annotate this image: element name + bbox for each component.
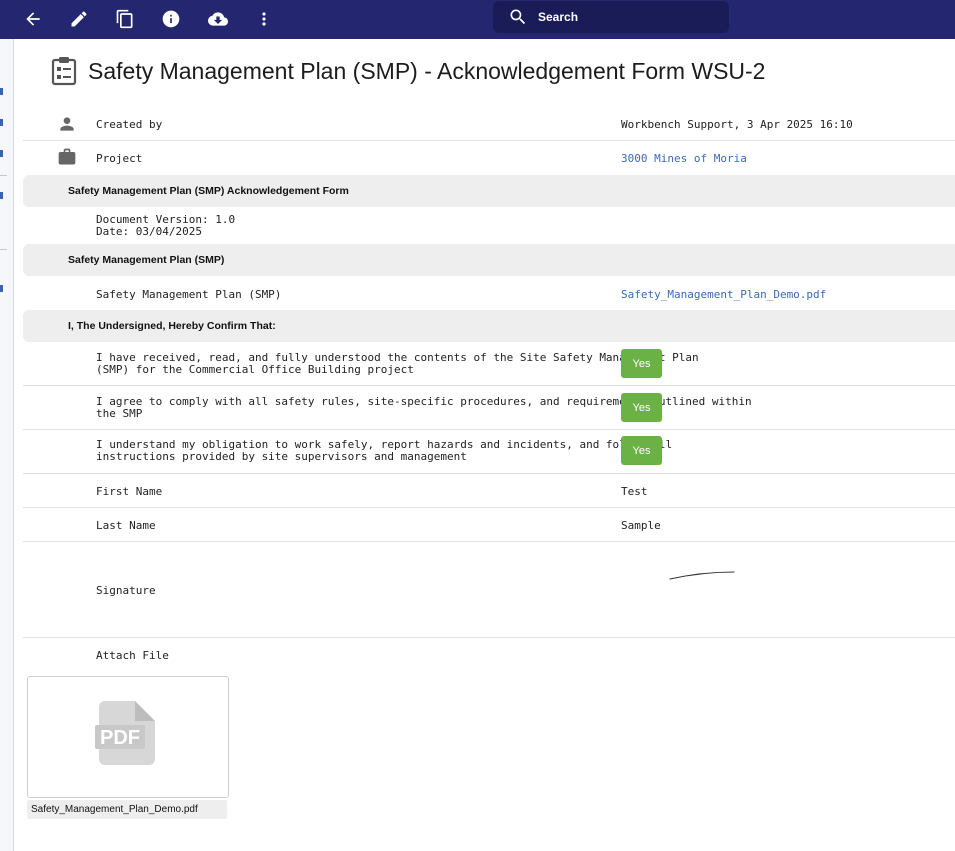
section-header: Safety Management Plan (SMP) <box>23 244 955 276</box>
first-name-label: First Name <box>96 485 163 498</box>
created-by-value: Workbench Support, 3 Apr 2025 16:10 <box>621 118 853 131</box>
attach-file-label: Attach File <box>96 649 169 662</box>
search-icon <box>510 9 526 25</box>
yes-button[interactable]: Yes <box>621 349 662 378</box>
back-arrow-icon[interactable] <box>21 7 45 31</box>
attachment-filename[interactable]: Safety_Management_Plan_Demo.pdf <box>27 800 227 819</box>
sidebar-divider <box>0 249 7 250</box>
sidebar-marker <box>0 119 3 126</box>
project-link[interactable]: 3000 Mines of Moria <box>621 152 747 165</box>
info-icon[interactable] <box>159 7 183 31</box>
section-header-text: I, The Undersigned, Hereby Confirm That: <box>68 320 276 332</box>
left-sidebar[interactable] <box>0 39 14 851</box>
section-header-text: Safety Management Plan (SMP) Acknowledge… <box>68 185 349 197</box>
confirmation-text: I have received, read, and fully underst… <box>96 352 699 376</box>
section-header: I, The Undersigned, Hereby Confirm That: <box>23 310 955 342</box>
search-box[interactable] <box>493 1 729 33</box>
search-input[interactable] <box>538 10 718 24</box>
section-header: Safety Management Plan (SMP) Acknowledge… <box>23 175 955 207</box>
project-label: Project <box>96 152 143 165</box>
created-by-row: Created by Workbench Support, 3 Apr 2025… <box>23 106 955 141</box>
confirmation-row: I have received, read, and fully underst… <box>23 342 955 386</box>
confirmation-text-line: instructions provided by site supervisor… <box>96 450 467 463</box>
first-name-row: First Name Test <box>23 474 955 508</box>
confirmation-row: I agree to comply with all safety rules,… <box>23 386 955 430</box>
clipboard-list-icon <box>51 56 77 86</box>
sidebar-marker <box>0 88 3 95</box>
signature-label: Signature <box>96 584 156 597</box>
page-title: Safety Management Plan (SMP) - Acknowled… <box>88 58 766 84</box>
smp-file-link[interactable]: Safety_Management_Plan_Demo.pdf <box>621 288 826 301</box>
briefcase-icon <box>57 147 77 167</box>
last-name-value: Sample <box>621 519 661 532</box>
document-date-text: Date: 03/04/2025 <box>96 225 202 238</box>
first-name-value: Test <box>621 485 648 498</box>
confirmation-text-line: (SMP) for the Commercial Office Building… <box>96 363 414 376</box>
sidebar-marker <box>0 285 3 292</box>
sidebar-marker <box>0 150 3 157</box>
confirmation-text: I understand my obligation to work safel… <box>96 439 672 463</box>
section-header-text: Safety Management Plan (SMP) <box>68 254 225 266</box>
pdf-file-icon: PDF <box>95 701 155 765</box>
pdf-icon-text: PDF <box>100 727 140 749</box>
smp-file-row: Safety Management Plan (SMP) Safety_Mana… <box>23 276 955 310</box>
pdf-attachment-thumbnail[interactable]: PDF <box>27 676 229 798</box>
document-info-text: Document Version: 1.0 Date: 03/04/2025 <box>96 214 235 238</box>
smp-file-label: Safety Management Plan (SMP) <box>96 288 282 301</box>
signature-row: Signature <box>23 542 955 638</box>
top-toolbar <box>0 0 955 39</box>
yes-button[interactable]: Yes <box>621 393 662 422</box>
more-vert-icon[interactable] <box>252 7 276 31</box>
person-icon <box>57 114 77 134</box>
project-row: Project 3000 Mines of Moria <box>23 141 955 175</box>
last-name-label: Last Name <box>96 519 156 532</box>
created-by-label: Created by <box>96 118 163 131</box>
sidebar-divider <box>0 175 7 176</box>
confirmation-row: I understand my obligation to work safel… <box>23 430 955 474</box>
sidebar-marker <box>0 192 3 199</box>
copy-icon[interactable] <box>113 7 137 31</box>
edit-pencil-icon[interactable] <box>67 7 91 31</box>
last-name-row: Last Name Sample <box>23 508 955 542</box>
cloud-download-icon[interactable] <box>206 7 230 31</box>
yes-button[interactable]: Yes <box>621 436 662 465</box>
signature-drawing <box>669 571 735 580</box>
